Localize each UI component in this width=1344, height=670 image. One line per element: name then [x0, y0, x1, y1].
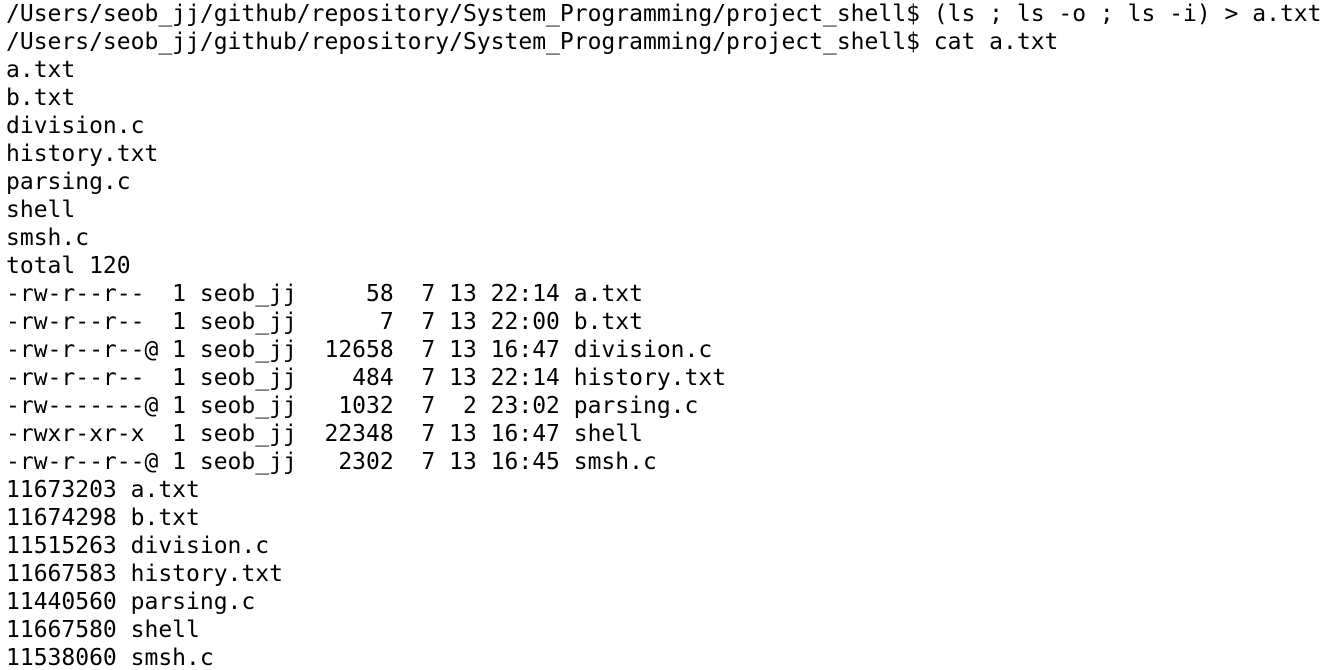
- output-line: -rw-r--r-- 1 seob_jj 484 7 13 22:14 hist…: [6, 365, 727, 391]
- output-line: -rw-r--r--@ 1 seob_jj 12658 7 13 16:47 d…: [6, 337, 713, 363]
- output-line: smsh.c: [6, 225, 90, 251]
- output-line: -rw-------@ 1 seob_jj 1032 7 2 23:02 par…: [6, 393, 699, 419]
- output-line: 11674298 b.txt: [6, 505, 200, 531]
- output-line: 11673203 a.txt: [6, 477, 200, 503]
- output-line: 11538060 smsh.c: [6, 645, 214, 670]
- output-line: total 120: [6, 253, 131, 279]
- output-line: history.txt: [6, 141, 159, 167]
- output-line: 11667580 shell: [6, 617, 200, 643]
- output-line: 11440560 parsing.c: [6, 589, 256, 615]
- prompt-command-line: /Users/seob_jj/github/repository/System_…: [6, 29, 1059, 55]
- output-line: 11667583 history.txt: [6, 561, 283, 587]
- output-line: -rw-r--r-- 1 seob_jj 7 7 13 22:00 b.txt: [6, 309, 643, 335]
- output-line: -rwxr-xr-x 1 seob_jj 22348 7 13 16:47 sh…: [6, 421, 643, 447]
- output-line: b.txt: [6, 85, 76, 111]
- terminal-window[interactable]: /Users/seob_jj/github/repository/System_…: [0, 0, 1344, 670]
- output-line: -rw-r--r-- 1 seob_jj 58 7 13 22:14 a.txt: [6, 281, 643, 307]
- prompt-command-line: /Users/seob_jj/github/repository/System_…: [6, 1, 1322, 27]
- output-line: division.c: [6, 113, 145, 139]
- output-line: shell: [6, 197, 76, 223]
- output-line: 11515263 division.c: [6, 533, 270, 559]
- output-line: parsing.c: [6, 169, 131, 195]
- output-line: a.txt: [6, 57, 76, 83]
- output-line: -rw-r--r--@ 1 seob_jj 2302 7 13 16:45 sm…: [6, 449, 657, 475]
